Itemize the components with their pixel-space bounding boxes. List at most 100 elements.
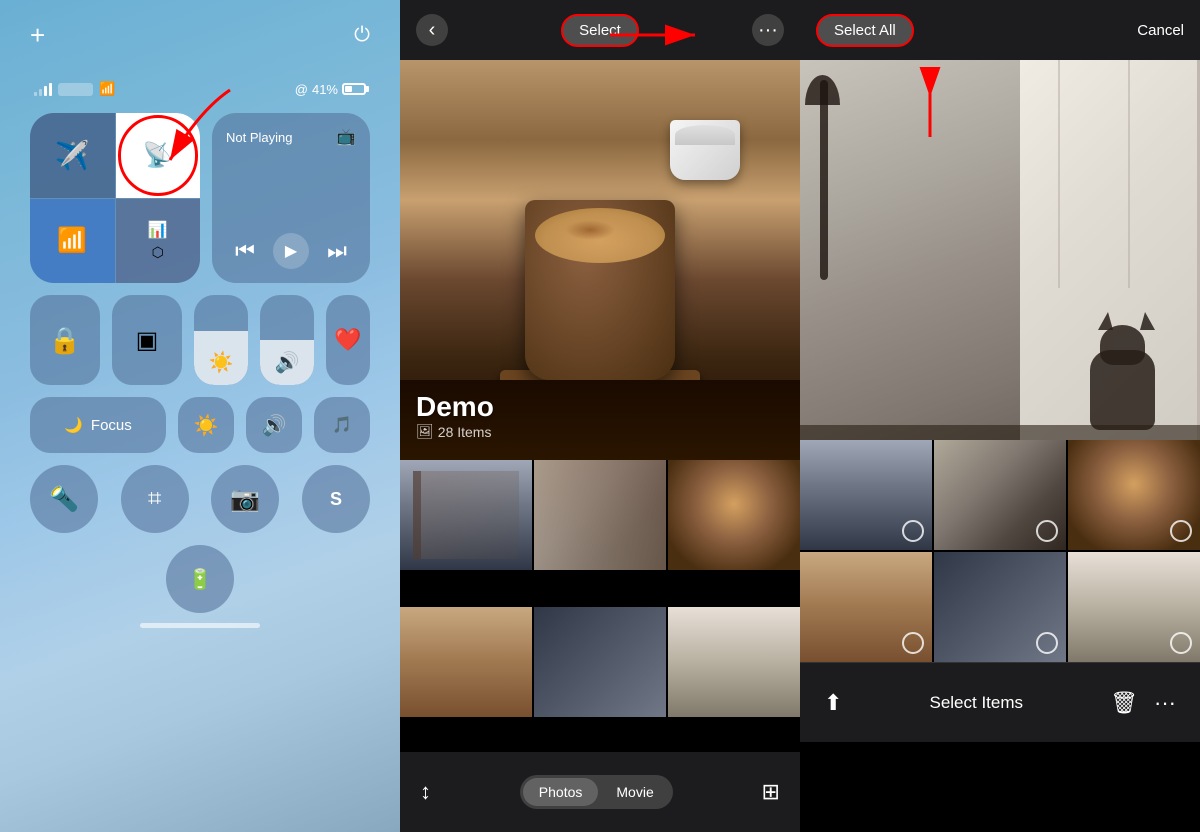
moon-icon: 🌙 [64, 416, 83, 434]
calculator-button[interactable]: ⌗ [121, 465, 189, 533]
select-grid-photo-2[interactable] [934, 440, 1066, 550]
back-button[interactable]: ‹ [416, 14, 448, 46]
photos-select-panel: Select All Cancel [800, 0, 1200, 832]
airplay-icon: 📺 [336, 127, 356, 147]
grid-photo-5[interactable] [534, 607, 666, 717]
more-actions-button[interactable]: ··· [1154, 690, 1176, 716]
battery-percent-label: 41% [312, 82, 338, 97]
album-info-overlay: Demo 🖼 28 Items [416, 391, 494, 440]
more-options-button[interactable]: ··· [752, 14, 784, 46]
select-grid-photo-4[interactable] [800, 552, 932, 662]
volume-slider[interactable]: 🔊 [260, 295, 314, 385]
select-grid-photo-6[interactable] [1068, 552, 1200, 662]
selection-circle-1 [902, 520, 924, 542]
add-icon: + [30, 20, 45, 51]
volume-widget[interactable]: 🔊 [246, 397, 302, 453]
battery-at-symbol: @ [295, 82, 308, 97]
cellular-bluetooth-area: 📊 ⬡ [116, 199, 201, 284]
now-playing-label: Not Playing [226, 130, 292, 145]
power-icon: ⏻ [354, 24, 370, 47]
music-note-widget[interactable]: 🎵 [314, 397, 370, 453]
grid-photo-4[interactable] [400, 607, 532, 717]
battery-status: @ 41% [295, 82, 366, 97]
select-items-label: Select Items [929, 693, 1023, 713]
select-grid-photo-1[interactable] [800, 440, 932, 550]
battery-saver-button[interactable]: 🔋 [166, 545, 234, 613]
item-count-label: 28 Items [438, 424, 492, 440]
calculator-icon: ⌗ [148, 485, 162, 513]
control-center-panel: + ⏻ 📶 @ 41% ✈️ [0, 0, 400, 832]
grid-layout-button[interactable]: ⊞ [762, 779, 780, 805]
select-grid-photo-3[interactable] [1068, 440, 1200, 550]
photos-album-panel: ‹ Select ··· [400, 0, 800, 832]
grid-photo-2[interactable] [534, 460, 666, 570]
select-button[interactable]: Select [561, 14, 639, 47]
brightness-widget[interactable]: ☀️ [178, 397, 234, 453]
movie-tab[interactable]: Movie [600, 778, 669, 806]
selection-circle-3 [1170, 520, 1192, 542]
photos-album-header: ‹ Select ··· [400, 0, 800, 60]
album-item-count: 🖼 28 Items [416, 423, 494, 440]
photos-grid [400, 460, 800, 752]
album-hero-image: Demo 🖼 28 Items [400, 60, 800, 460]
media-type-segmented-control: Photos Movie [520, 775, 673, 809]
image-count-icon: 🖼 [416, 423, 434, 440]
select-label: Select [579, 22, 621, 39]
grid-photo-6[interactable] [668, 607, 800, 717]
selection-circle-2 [1036, 520, 1058, 542]
signal-bars-icon [34, 82, 52, 96]
shazam-icon: S [330, 489, 342, 510]
back-chevron-icon: ‹ [429, 19, 436, 42]
camera-icon: 📷 [230, 485, 260, 514]
select-photos-grid [800, 440, 1200, 662]
airplane-mode-button[interactable]: ✈️ [30, 113, 115, 198]
rewind-button[interactable]: ⏮ [235, 238, 255, 264]
screen-lock-button[interactable]: 🔒 [30, 295, 100, 385]
favorites-button[interactable]: ❤️ [326, 295, 370, 385]
wifi-button[interactable]: 📶 [30, 199, 115, 284]
more-icon: ··· [758, 19, 778, 42]
grid-photo-1[interactable] [400, 460, 532, 570]
wifi-status-icon: 📶 [99, 81, 115, 97]
battery-icon [342, 83, 366, 95]
cancel-label: Cancel [1137, 22, 1184, 39]
bluetooth-icon[interactable]: ⬡ [152, 244, 164, 261]
selection-circle-4 [902, 632, 924, 654]
select-hero-image[interactable] [800, 60, 1200, 440]
fast-forward-button[interactable]: ⏭ [327, 238, 347, 264]
brightness-slider[interactable]: ☀️ [194, 295, 248, 385]
album-title: Demo [416, 391, 494, 423]
camera-button[interactable]: 📷 [211, 465, 279, 533]
play-icon: ▶ [285, 241, 297, 261]
flashlight-button[interactable]: 🔦 [30, 465, 98, 533]
cancel-selection-button[interactable]: Cancel [1137, 22, 1184, 39]
grid-photo-3[interactable] [668, 460, 800, 570]
control-center-top-bar: + ⏻ [30, 20, 370, 51]
select-mode-header: Select All Cancel [800, 0, 1200, 60]
screen-mirror-button[interactable]: ▣ [112, 295, 182, 385]
select-all-button[interactable]: Select All [816, 14, 914, 47]
delete-button[interactable]: 🗑 [1110, 690, 1138, 716]
home-indicator [140, 623, 260, 628]
photos-tab[interactable]: Photos [523, 778, 599, 806]
photos-bottom-bar: ↕ Photos Movie ⊞ [400, 752, 800, 832]
select-grid-photo-5[interactable] [934, 552, 1066, 662]
connectivity-grid: ✈️ 📡 📶 📊 ⬡ [30, 113, 200, 283]
focus-button[interactable]: 🌙 Focus [30, 397, 166, 453]
shazam-button[interactable]: S [302, 465, 370, 533]
selection-circle-6 [1170, 632, 1192, 654]
select-all-label: Select All [834, 22, 896, 39]
selection-circle-5 [1036, 632, 1058, 654]
sort-button[interactable]: ↕ [420, 779, 431, 805]
cellular-icon[interactable]: 📊 [148, 220, 168, 240]
share-button[interactable]: ⬆ [824, 690, 842, 716]
play-pause-button[interactable]: ▶ [273, 233, 309, 269]
focus-label: Focus [91, 417, 132, 434]
carrier-name [58, 83, 93, 96]
now-playing-widget: Not Playing 📺 ⏮ ▶ ⏭ [212, 113, 370, 283]
airdrop-button[interactable]: 📡 [116, 113, 201, 198]
flashlight-icon: 🔦 [49, 485, 79, 514]
select-bottom-toolbar: ⬆ Select Items 🗑 ··· [800, 662, 1200, 742]
bottom-action-buttons: 🗑 ··· [1110, 690, 1176, 716]
battery-saver-icon: 🔋 [188, 567, 213, 592]
